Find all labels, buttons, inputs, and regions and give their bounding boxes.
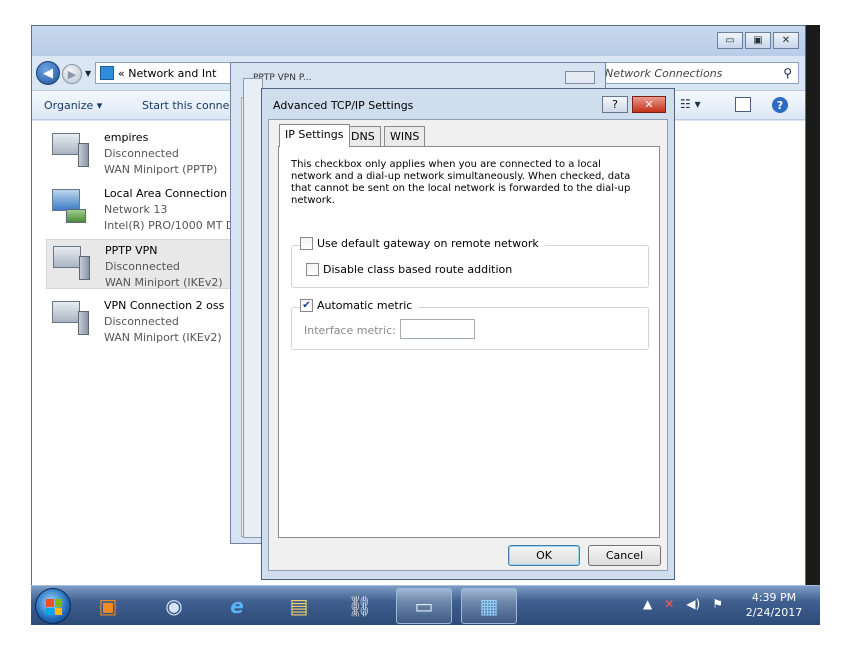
internet-explorer-icon[interactable]: e: [222, 591, 252, 621]
help-icon[interactable]: ?: [772, 97, 788, 113]
list-item[interactable]: empires Disconnected WAN Miniport (PPTP): [46, 127, 256, 177]
file-explorer-icon[interactable]: ▤: [284, 591, 314, 621]
wan-connection-icon: [52, 301, 90, 337]
connection-name: empires: [104, 131, 149, 144]
connection-status: Disconnected: [105, 260, 180, 273]
preview-pane-icon[interactable]: [735, 97, 751, 112]
control-panel-icon: [100, 66, 114, 80]
start-button[interactable]: [35, 588, 71, 624]
clock-date: 2/24/2017: [745, 606, 803, 619]
start-this-connection-button[interactable]: Start this connec: [142, 99, 235, 112]
forward-arrow-icon: ▶: [67, 67, 77, 81]
interface-metric-field[interactable]: [400, 319, 475, 339]
clock-time: 4:39 PM: [751, 591, 797, 604]
connection-name: VPN Connection 2 oss: [104, 299, 225, 312]
tab-wins[interactable]: WINS: [384, 126, 426, 146]
advanced-tcpip-settings-dialog: Advanced TCP/IP Settings ? ✕ IP Settings…: [261, 88, 675, 580]
back-button[interactable]: ◀: [36, 61, 60, 85]
list-item-selected[interactable]: PPTP VPN Disconnected WAN Miniport (IKEv…: [46, 239, 256, 289]
breadcrumb-network-and-internet[interactable]: Network and Int: [128, 67, 216, 80]
dialog-close-button[interactable]: ✕: [632, 96, 666, 113]
volume-icon[interactable]: ◀): [686, 597, 700, 611]
connection-device: WAN Miniport (IKEv2): [105, 276, 223, 289]
use-default-gateway-checkbox[interactable]: Use default gateway on remote network: [300, 237, 545, 250]
recent-pages-dropdown-icon[interactable]: ▼: [85, 69, 91, 78]
automatic-metric-checkbox[interactable]: ✔ Automatic metric: [300, 299, 419, 312]
organize-menu-button[interactable]: Organize ▾: [44, 99, 102, 112]
connection-status: Disconnected: [104, 147, 179, 160]
ip-settings-panel: This checkbox only applies when you are …: [278, 146, 660, 538]
system-tray: ▲ ✕ ◀) ⚑: [643, 597, 723, 611]
back-arrow-icon: ◀: [43, 65, 53, 81]
disable-class-route-checkbox[interactable]: Disable class based route addition: [306, 263, 512, 276]
desktop: ▭ ▣ ✕ ◀ ▶ ▼ « Network and Int Network Co: [0, 0, 850, 650]
background-dialog-close-button[interactable]: [565, 71, 595, 84]
connection-status: Network 13: [104, 203, 168, 216]
action-center-icon[interactable]: ⚑: [712, 597, 723, 611]
gateway-group: Use default gateway on remote network Di…: [291, 237, 649, 288]
taskbar-active-window[interactable]: ▭: [396, 588, 452, 624]
lan-connection-icon: [52, 189, 90, 225]
maximize-button[interactable]: ▣: [745, 32, 771, 49]
connection-status: Disconnected: [104, 315, 179, 328]
dialog-help-button[interactable]: ?: [602, 96, 628, 113]
network-status-icon[interactable]: ✕: [664, 597, 674, 611]
list-item[interactable]: Local Area Connection Network 13 Intel(R…: [46, 183, 256, 233]
use-default-gateway-label: Use default gateway on remote network: [317, 237, 539, 250]
cancel-button[interactable]: Cancel: [588, 545, 661, 566]
thunderbird-icon[interactable]: ◉: [159, 591, 189, 621]
list-item[interactable]: VPN Connection 2 oss Disconnected WAN Mi…: [46, 295, 256, 345]
connection-name: Local Area Connection: [104, 187, 228, 200]
automatic-metric-label: Automatic metric: [317, 299, 413, 312]
network-connections-icon: ▦: [479, 594, 499, 618]
ok-button[interactable]: OK: [508, 545, 580, 566]
ipv4-properties-dialog[interactable]: [243, 78, 263, 538]
explorer-titlebar[interactable]: ▭ ▣ ✕: [32, 26, 805, 56]
media-player-icon[interactable]: ▣: [93, 591, 123, 621]
gateway-description: This checkbox only applies when you are …: [291, 159, 631, 206]
checkbox-unchecked-icon[interactable]: [300, 237, 313, 250]
wan-connection-icon: [52, 133, 90, 169]
dialog-body: IP Settings DNS WINS This checkbox only …: [268, 119, 668, 571]
change-view-icon[interactable]: ☷ ▾: [680, 97, 701, 111]
network-manager-icon[interactable]: ⛓: [345, 591, 375, 621]
checkmark-icon[interactable]: ✔: [300, 299, 313, 312]
dialog-title: Advanced TCP/IP Settings: [273, 99, 414, 112]
windows-logo-icon: [46, 599, 62, 615]
screen-edge: [806, 25, 820, 625]
connection-device: WAN Miniport (PPTP): [104, 163, 218, 176]
forward-button[interactable]: ▶: [62, 64, 82, 84]
connection-device: Intel(R) PRO/1000 MT D: [104, 219, 235, 232]
wan-connection-icon: [53, 246, 91, 282]
show-hidden-icons-icon[interactable]: ▲: [643, 597, 652, 611]
breadcrumb-chevron[interactable]: «: [118, 67, 125, 80]
close-button[interactable]: ✕: [773, 32, 799, 49]
taskbar: ▣ ◉ e ▤ ⛓ ▭ ▦ ▲ ✕ ◀) ⚑ 4:39 PM 2/24/2017: [31, 585, 820, 625]
tab-dns[interactable]: DNS: [345, 126, 381, 146]
remote-desktop-icon: ▭: [414, 594, 434, 618]
search-icon[interactable]: ⚲: [783, 66, 792, 80]
taskbar-network-connections[interactable]: ▦: [461, 588, 517, 624]
interface-metric-label: Interface metric:: [304, 324, 396, 337]
checkbox-unchecked-icon[interactable]: [306, 263, 319, 276]
connection-device: WAN Miniport (IKEv2): [104, 331, 222, 344]
metric-group: ✔ Automatic metric Interface metric:: [291, 299, 649, 350]
tab-ip-settings[interactable]: IP Settings: [279, 124, 350, 147]
connection-name: PPTP VPN: [105, 244, 158, 257]
disable-class-route-label: Disable class based route addition: [323, 263, 513, 276]
minimize-button[interactable]: ▭: [717, 32, 743, 49]
search-placeholder: Network Connections: [605, 67, 723, 80]
clock[interactable]: 4:39 PM 2/24/2017: [739, 590, 809, 620]
